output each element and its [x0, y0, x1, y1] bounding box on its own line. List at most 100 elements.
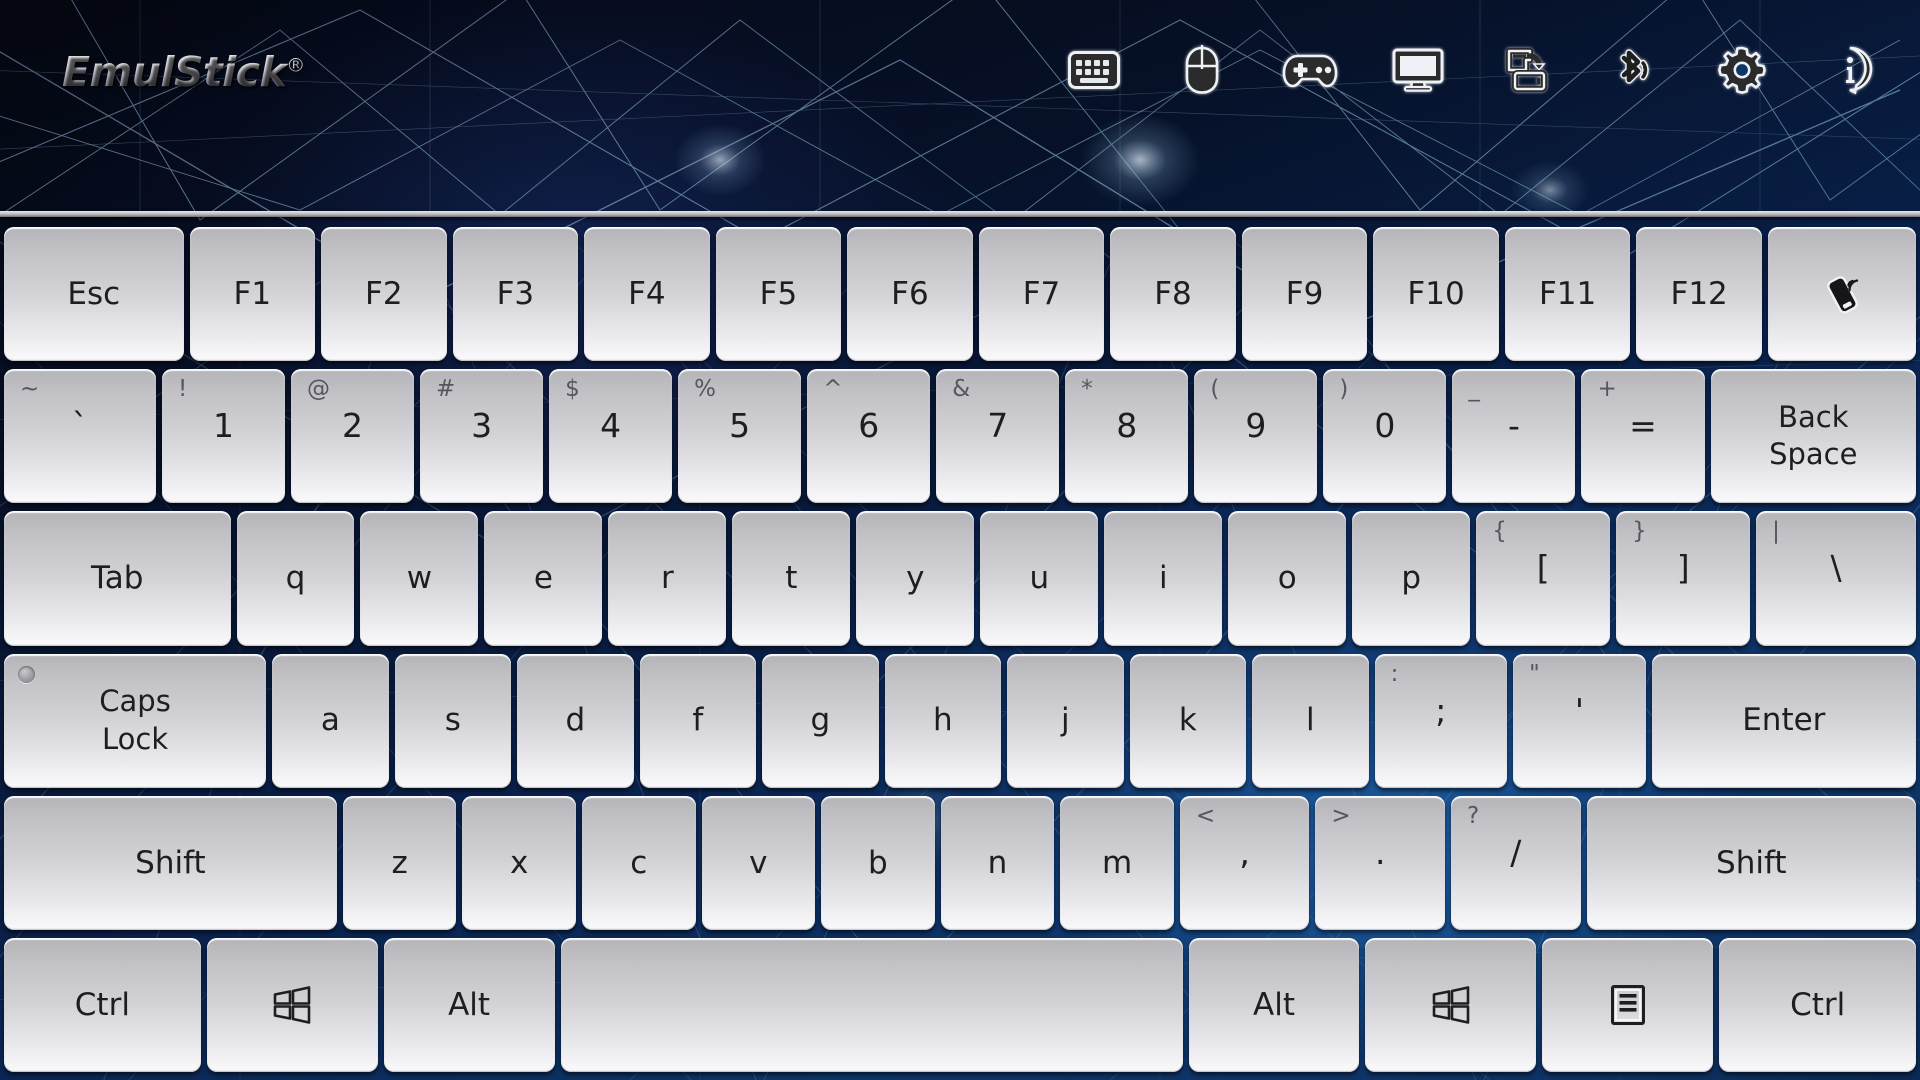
- key-l[interactable]: l: [1252, 653, 1369, 788]
- key-win-left[interactable]: [206, 937, 378, 1073]
- key-slash[interactable]: ? /: [1451, 795, 1581, 930]
- key-h[interactable]: h: [884, 653, 1002, 788]
- key-g[interactable]: g: [762, 653, 879, 788]
- key-3-label: 3: [471, 406, 493, 446]
- key-q[interactable]: q: [236, 511, 355, 646]
- key-m[interactable]: m: [1060, 795, 1174, 930]
- key-f6[interactable]: F6: [847, 227, 973, 362]
- key-f11[interactable]: F11: [1504, 227, 1631, 362]
- key-m-label: m: [1101, 844, 1133, 881]
- key-3[interactable]: #3: [420, 369, 544, 504]
- key-f1[interactable]: F1: [189, 227, 316, 362]
- key-f7[interactable]: F7: [978, 227, 1105, 362]
- key-quote-label: ': [1574, 690, 1584, 730]
- key-n[interactable]: n: [940, 795, 1055, 930]
- key-u[interactable]: u: [980, 511, 1099, 646]
- key-quote[interactable]: " ': [1513, 653, 1646, 788]
- key-alt-right[interactable]: Alt: [1188, 937, 1360, 1073]
- key-e[interactable]: e: [484, 511, 603, 646]
- key-n-label: n: [987, 844, 1008, 881]
- key-4-label: 4: [600, 406, 622, 446]
- key-comma[interactable]: <,: [1179, 795, 1310, 930]
- key-escape[interactable]: Esc: [4, 227, 184, 362]
- key-1-label: 1: [212, 406, 234, 446]
- key-f3[interactable]: F3: [452, 227, 579, 362]
- key-6[interactable]: ^ 6: [807, 369, 931, 504]
- key-equals[interactable]: + =: [1581, 369, 1705, 504]
- key-tab[interactable]: Tab: [4, 511, 231, 646]
- key-win-right[interactable]: [1365, 937, 1537, 1073]
- key-usb-stick[interactable]: [1767, 227, 1917, 362]
- key-c[interactable]: c: [581, 795, 696, 930]
- key-d[interactable]: d: [517, 653, 634, 788]
- key-o[interactable]: o: [1228, 511, 1347, 646]
- settings-gear-icon[interactable]: [1712, 40, 1772, 100]
- backup-restore-icon[interactable]: [1496, 40, 1556, 100]
- key-ctrl-right[interactable]: Ctrl: [1719, 937, 1917, 1073]
- key-0[interactable]: ) 0: [1323, 369, 1447, 504]
- key-bracket-right[interactable]: }]: [1616, 511, 1751, 646]
- key-b[interactable]: b: [821, 795, 935, 930]
- key-enter[interactable]: Enter: [1651, 653, 1917, 788]
- key-shift-right[interactable]: Shift: [1586, 795, 1916, 930]
- bluetooth-icon[interactable]: [1604, 40, 1664, 100]
- key-c-label: c: [630, 844, 648, 881]
- key-k-label: k: [1178, 702, 1197, 739]
- key-f9-label: F9: [1285, 275, 1324, 312]
- key-space[interactable]: [560, 937, 1183, 1073]
- key-f6-label: F6: [891, 275, 929, 312]
- key-backspace[interactable]: Back Space: [1710, 369, 1917, 504]
- key-z[interactable]: z: [342, 795, 457, 930]
- key-7[interactable]: & 7: [936, 369, 1060, 504]
- key-f2[interactable]: F2: [321, 227, 447, 362]
- key-f4[interactable]: F4: [584, 227, 710, 362]
- key-t[interactable]: t: [732, 511, 851, 646]
- key-period[interactable]: >.: [1315, 795, 1445, 930]
- key-menu[interactable]: [1542, 937, 1714, 1073]
- key-x[interactable]: x: [462, 795, 576, 930]
- key-f9[interactable]: F9: [1241, 227, 1368, 362]
- key-alt-left[interactable]: Alt: [383, 937, 555, 1073]
- key-2[interactable]: @2: [291, 369, 415, 504]
- keyboard-icon[interactable]: [1064, 40, 1124, 100]
- info-icon[interactable]: [1820, 40, 1880, 100]
- key-f2-label: F2: [365, 275, 403, 312]
- key-u-label: u: [1029, 560, 1050, 597]
- key-1[interactable]: ! 1: [161, 369, 285, 504]
- key-backslash[interactable]: | \: [1756, 511, 1917, 646]
- key-semicolon[interactable]: :;: [1374, 653, 1508, 788]
- key-bracket-left[interactable]: {[: [1476, 511, 1611, 646]
- key-quote-shifted-label: ": [1529, 660, 1540, 687]
- key-shift-left[interactable]: Shift: [4, 795, 337, 930]
- modifier-row: Ctrl Alt Alt Ctrl: [2, 934, 1918, 1076]
- key-f12[interactable]: F12: [1636, 227, 1762, 362]
- key-x-label: x: [509, 844, 529, 881]
- key-t-label: t: [785, 560, 798, 597]
- key-0-shifted-label: ): [1339, 376, 1349, 403]
- key-i[interactable]: i: [1104, 511, 1223, 646]
- key-5[interactable]: % 5: [678, 369, 802, 504]
- key-v[interactable]: v: [701, 795, 816, 930]
- key-k[interactable]: k: [1129, 653, 1247, 788]
- key-p[interactable]: p: [1352, 511, 1471, 646]
- key-f5[interactable]: F5: [715, 227, 842, 362]
- key-backtick[interactable]: ~ `: [4, 369, 156, 504]
- gamepad-icon[interactable]: [1280, 40, 1340, 100]
- key-9[interactable]: (9: [1194, 369, 1318, 504]
- key-minus[interactable]: _ -: [1452, 369, 1576, 504]
- key-f[interactable]: f: [639, 653, 757, 788]
- key-y[interactable]: y: [856, 511, 975, 646]
- mouse-icon[interactable]: [1172, 40, 1232, 100]
- key-ctrl-left[interactable]: Ctrl: [4, 937, 201, 1073]
- key-8[interactable]: * 8: [1065, 369, 1189, 504]
- key-caps-lock[interactable]: Caps Lock: [4, 653, 267, 788]
- key-r[interactable]: r: [608, 511, 727, 646]
- key-f10[interactable]: F10: [1373, 227, 1499, 362]
- key-w[interactable]: w: [360, 511, 479, 646]
- key-4[interactable]: $4: [549, 369, 673, 504]
- display-icon[interactable]: [1388, 40, 1448, 100]
- key-j[interactable]: j: [1007, 653, 1124, 788]
- key-a[interactable]: a: [272, 653, 389, 788]
- key-s[interactable]: s: [394, 653, 512, 788]
- key-f8[interactable]: F8: [1110, 227, 1236, 362]
